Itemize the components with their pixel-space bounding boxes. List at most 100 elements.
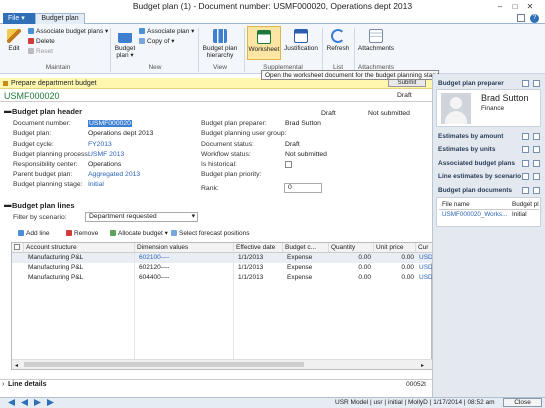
chevron-down-icon: ▾ [191, 213, 195, 220]
maintain-group-label: Maintain [45, 64, 71, 71]
factbox-options-icon[interactable] [522, 187, 529, 194]
ribbon: Edit Associate budget plans ▾ Delete Res… [0, 24, 545, 74]
budget-plan-button[interactable]: Budget plan ▾ [113, 29, 137, 59]
col-dimension-values[interactable]: Dimension values [135, 243, 234, 253]
minimize-icon[interactable]: – [493, 0, 507, 13]
rank-field[interactable]: 0 [284, 183, 322, 193]
remove-button[interactable]: Remove [66, 230, 98, 238]
factbox-options-icon[interactable] [522, 146, 529, 153]
factbox-options-icon[interactable] [522, 133, 529, 140]
table-row[interactable]: Manufacturing P&L 604400---- 1/1/2013 Ex… [12, 273, 432, 283]
tab-budget-plan[interactable]: Budget plan [35, 13, 85, 24]
delete-icon [28, 38, 34, 44]
is-historical-checkbox[interactable] [285, 161, 292, 168]
preparer-factbox-title[interactable]: Budget plan preparer [438, 80, 504, 87]
expand-icon: › [2, 381, 5, 388]
horizontal-scrollbar[interactable]: ◂ ▸ [12, 359, 432, 369]
col-budget-class[interactable]: Budget c... [283, 243, 329, 253]
attachments-button[interactable]: Attachments [356, 29, 396, 52]
doc-file-link[interactable]: USMF000020_Works... [442, 211, 507, 218]
cell-dimension[interactable]: 602120---- [137, 263, 233, 273]
cell-quantity: 0.00 [358, 264, 371, 271]
factbox-expand-icon[interactable] [533, 133, 540, 140]
factbox-expand-icon[interactable] [533, 146, 540, 153]
scenario-filter-value: Department requested [89, 213, 157, 220]
ribbon-tabs: File ▾ Budget plan ? [0, 13, 545, 24]
cell-currency[interactable]: USD [417, 273, 432, 283]
select-all-checkbox[interactable] [12, 243, 24, 253]
table-row[interactable]: Manufacturing P&L 602100---- 1/1/2013 Ex… [12, 253, 432, 263]
budget-cycle-link[interactable]: FY2013 [88, 141, 112, 148]
lines-collapse-icon[interactable]: ▬ [4, 200, 12, 209]
help-icon[interactable]: ? [530, 14, 539, 23]
select-forecast-button[interactable]: Select forecast positions [171, 230, 249, 238]
col-currency[interactable]: Cur [416, 243, 432, 253]
cell-date: 1/1/2013 [238, 264, 264, 271]
delete-button[interactable]: Delete [28, 38, 55, 46]
file-tab-label: File [8, 15, 20, 22]
factbox-collapse-icon[interactable] [533, 187, 540, 194]
refresh-button[interactable]: Refresh [325, 29, 351, 52]
col-unit-price[interactable]: Unit price [374, 243, 416, 253]
factbox-collapse-icon[interactable] [533, 80, 540, 87]
allocate-icon [110, 230, 116, 236]
allocate-label: Allocate budget [118, 230, 163, 237]
budget-plan-hierarchy-button[interactable]: Budget plan hierarchy [200, 29, 240, 59]
restore-ribbon-icon[interactable] [517, 14, 525, 22]
parent-plan-link[interactable]: Aggregated 2013 [88, 171, 140, 178]
col-effective-date[interactable]: Effective date [234, 243, 283, 253]
pencil-icon [7, 29, 21, 43]
scenario-filter-select[interactable]: Department requested ▾ [85, 212, 198, 222]
close-window-icon[interactable]: ✕ [523, 0, 537, 13]
cell-currency[interactable]: USD [417, 253, 432, 263]
line-estimates-title[interactable]: Line estimates by scenario [438, 173, 521, 180]
group-divider [110, 28, 111, 72]
associate-budget-plans-button[interactable]: Associate budget plans ▾ [28, 28, 108, 36]
cell-unit-price: 0.00 [401, 264, 414, 271]
factbox-expand-icon[interactable] [533, 173, 540, 180]
col-quantity[interactable]: Quantity [329, 243, 374, 253]
line-details-section[interactable]: › Line details 00052t [0, 379, 432, 389]
budget-plan-icon [118, 29, 132, 43]
planning-process-link[interactable]: USMF 2013 [88, 151, 124, 158]
edit-button[interactable]: Edit [3, 29, 25, 52]
table-row[interactable]: Manufacturing P&L 602120---- 1/1/2013 Ex… [12, 263, 432, 273]
submit-button[interactable]: Submit [388, 79, 426, 87]
estimates-by-amount-title[interactable]: Estimates by amount [438, 133, 503, 140]
col-account-structure[interactable]: Account structure [24, 243, 135, 253]
allocate-budget-button[interactable]: Allocate budget ▾ [110, 230, 168, 238]
worksheet-tooltip: Open the worksheet document for the budg… [261, 70, 441, 80]
forecast-icon [171, 230, 177, 236]
is-historical-label: Is historical: [201, 161, 237, 168]
cell-dimension[interactable]: 604400---- [137, 273, 233, 283]
reset-button[interactable]: Reset [28, 48, 53, 56]
associated-plans-title[interactable]: Associated budget plans [438, 160, 515, 167]
scroll-left-icon[interactable]: ◂ [15, 362, 18, 369]
doc-number-value[interactable]: USMF000020 [88, 120, 132, 127]
add-line-button[interactable]: Add line [18, 230, 50, 238]
scrollbar-thumb[interactable] [24, 362, 304, 367]
scroll-right-icon[interactable]: ▸ [421, 362, 424, 369]
close-button[interactable]: Close [503, 398, 542, 407]
cell-dimension[interactable]: 602100---- [137, 253, 233, 263]
reset-label: Reset [36, 48, 53, 55]
factbox-options-icon[interactable] [522, 173, 529, 180]
cell-currency[interactable]: USD [417, 263, 432, 273]
justification-button[interactable]: Justification [283, 29, 319, 52]
doc-number-label: Document number: [13, 120, 71, 127]
factbox-options-icon[interactable] [522, 160, 529, 167]
cell-class: Expense [287, 274, 313, 281]
file-tab[interactable]: File ▾ [3, 13, 35, 24]
maximize-icon[interactable]: □ [508, 0, 522, 13]
prepare-budget-label: Prepare department budget [11, 80, 97, 87]
status-user: usr [373, 399, 383, 406]
worksheet-button[interactable]: Worksheet [247, 26, 281, 60]
estimates-by-units-title[interactable]: Estimates by units [438, 146, 495, 153]
factbox-expand-icon[interactable] [533, 160, 540, 167]
associate-plan-button[interactable]: Associate plan ▾ [139, 28, 194, 36]
header-collapse-icon[interactable]: ▬ [4, 106, 12, 115]
copy-of-button[interactable]: Copy of ▾ [139, 38, 174, 46]
plan-documents-title[interactable]: Budget plan documents [438, 187, 512, 194]
factbox-options-icon[interactable] [522, 80, 529, 87]
planning-stage-link[interactable]: Initial [88, 181, 104, 188]
